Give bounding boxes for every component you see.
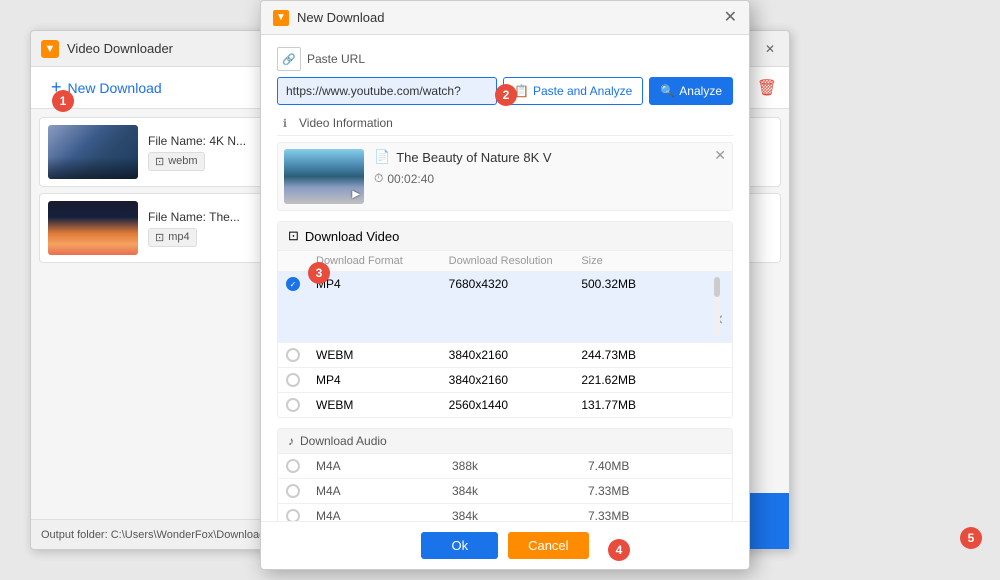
- output-folder-path: C:\Users\WonderFox\Downloads: [111, 529, 271, 541]
- table-row[interactable]: WEBM 2560x1440 131.77MB: [278, 393, 732, 417]
- paste-url-label: 🔗 Paste URL: [277, 47, 733, 71]
- radio-mp4-2k[interactable]: [286, 373, 300, 387]
- format-table: Download Format Download Resolution Size…: [278, 251, 732, 417]
- radio-m4a-3[interactable]: [286, 509, 300, 521]
- table-row[interactable]: WEBM 3840x2160 244.73MB: [278, 343, 732, 368]
- new-download-label: New Download: [68, 80, 162, 96]
- format-table-header: Download Format Download Resolution Size: [278, 251, 732, 272]
- format-text-2: mp4: [168, 231, 189, 243]
- radio-m4a-2[interactable]: [286, 484, 300, 498]
- video-details: 📄 The Beauty of Nature 8K V ⏱ 00:02:40: [374, 149, 726, 186]
- scrollbar-track[interactable]: [714, 277, 720, 337]
- col-size: Size: [581, 255, 714, 267]
- table-row[interactable]: MP4 3840x2160 221.62MB: [278, 368, 732, 393]
- audio-row[interactable]: M4A 384k 7.33MB: [278, 504, 732, 521]
- video-thumbnail: [284, 149, 364, 204]
- format-icon-1: ⊡: [155, 155, 164, 168]
- download-video-section: ⊡ Download Video ✕ Download Format Downl…: [277, 221, 733, 418]
- modal-icon: ▼: [273, 10, 289, 26]
- format-badge-2: ⊡ mp4: [148, 228, 197, 247]
- audio-icon: ♪: [288, 434, 294, 448]
- thumbnail-2: [48, 201, 138, 255]
- app-icon: ▼: [41, 40, 59, 58]
- video-info-close[interactable]: ✕: [714, 147, 726, 164]
- modal-body: 🔗 Paste URL 📋 Paste and Analyze 🔍 Analyz…: [261, 35, 749, 521]
- scrollbar-thumb[interactable]: [714, 277, 720, 297]
- format-text-1: webm: [168, 155, 197, 167]
- download-video-header: ⊡ Download Video ✕: [278, 222, 732, 251]
- audio-header: ♪ Download Audio: [278, 429, 732, 454]
- step-1-badge: 1: [52, 90, 74, 112]
- clock-icon: ⏱: [374, 171, 383, 186]
- video-info-content: ✕ 📄 The Beauty of Nature 8K V ⏱ 00:02:40: [277, 142, 733, 211]
- col-format: Download Format: [316, 255, 449, 267]
- cancel-button[interactable]: Cancel: [508, 532, 588, 559]
- audio-row[interactable]: M4A 384k 7.33MB: [278, 479, 732, 504]
- video-info-header: ℹ Video Information: [277, 115, 733, 136]
- modal-titlebar: ▼ New Download ✕: [261, 1, 749, 35]
- close-button[interactable]: ✕: [761, 40, 779, 58]
- modal-footer: Ok Cancel: [261, 521, 749, 569]
- download-video-icon: ⊡: [288, 228, 299, 244]
- radio-webm-1440[interactable]: [286, 398, 300, 412]
- col-resolution: Download Resolution: [449, 255, 582, 267]
- video-file-icon: 📄: [374, 149, 390, 165]
- radio-m4a-1[interactable]: [286, 459, 300, 473]
- step-2-badge: 2: [495, 84, 517, 106]
- step-3-badge: 3: [308, 262, 330, 284]
- table-row[interactable]: MP4 7680x4320 500.32MB: [278, 272, 732, 343]
- step-5-badge: 5: [960, 527, 982, 549]
- analyze-button[interactable]: 🔍 Analyze: [649, 77, 733, 105]
- delete-icon[interactable]: 🗑: [757, 78, 777, 98]
- thumbnail-1: [48, 125, 138, 179]
- step-4-badge: 4: [608, 539, 630, 561]
- video-duration: ⏱ 00:02:40: [374, 171, 726, 186]
- video-title: 📄 The Beauty of Nature 8K V: [374, 149, 726, 165]
- info-icon: ℹ: [277, 115, 293, 131]
- search-icon: 🔍: [660, 84, 675, 98]
- output-folder-label: Output folder:: [41, 529, 108, 541]
- video-info-section: ℹ Video Information ✕ 📄 The Beauty of Na…: [277, 115, 733, 211]
- paste-and-analyze-button[interactable]: 📋 Paste and Analyze: [503, 77, 643, 105]
- url-icon: 🔗: [277, 47, 301, 71]
- format-icon-2: ⊡: [155, 231, 164, 244]
- radio-webm-4k[interactable]: [286, 348, 300, 362]
- radio-mp4-4k[interactable]: [286, 277, 300, 291]
- audio-row[interactable]: M4A 388k 7.40MB: [278, 454, 732, 479]
- modal-title: New Download: [297, 10, 724, 25]
- modal-close-button[interactable]: ✕: [724, 10, 737, 26]
- ok-button[interactable]: Ok: [421, 532, 498, 559]
- format-badge-1: ⊡ webm: [148, 152, 205, 171]
- url-input[interactable]: [277, 77, 497, 105]
- audio-section: ♪ Download Audio M4A 388k 7.40MB M4A 384…: [277, 428, 733, 521]
